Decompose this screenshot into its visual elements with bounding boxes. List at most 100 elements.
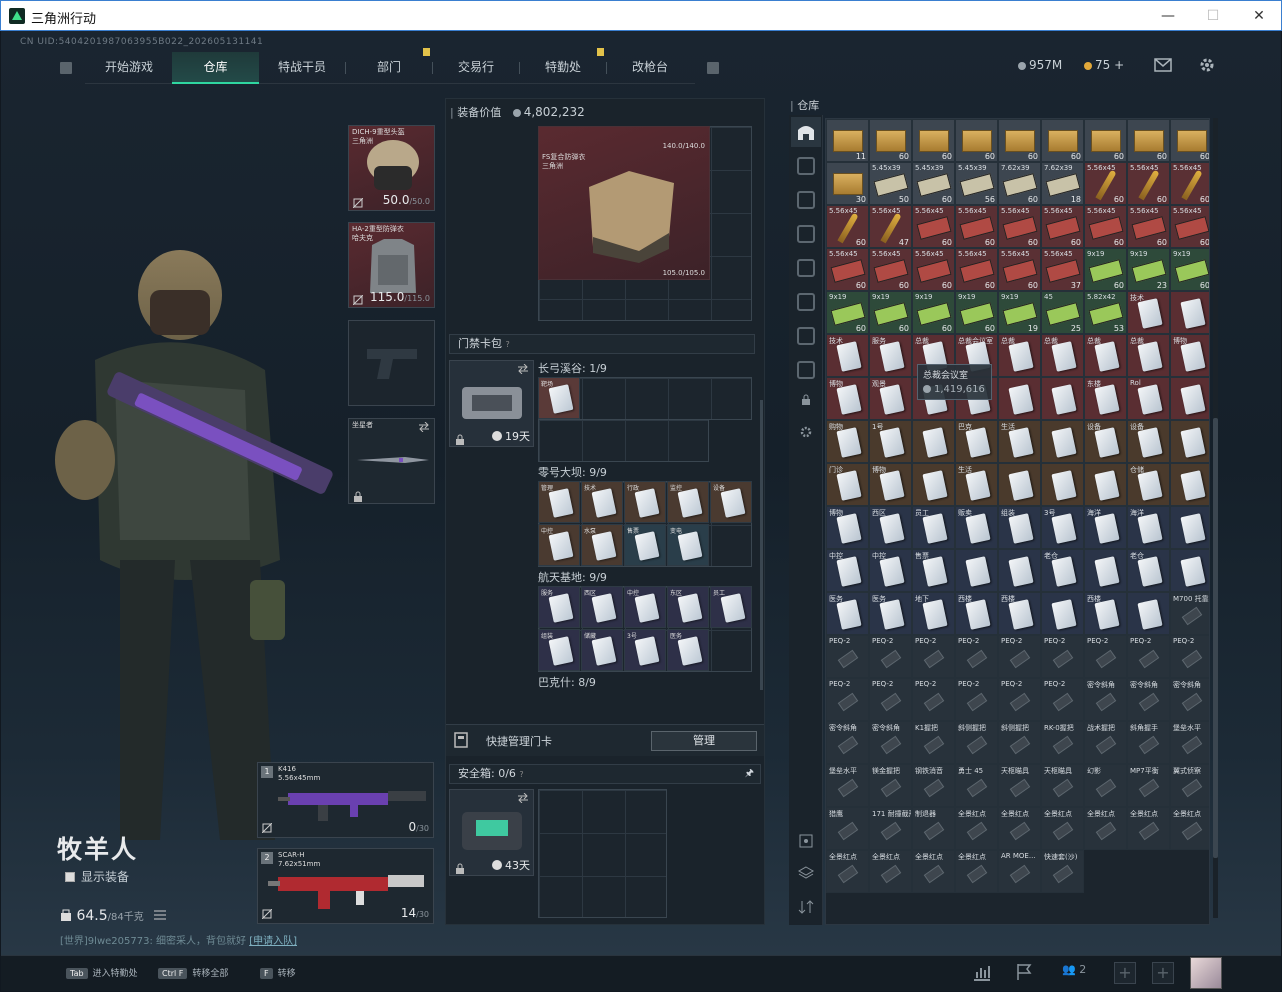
warehouse-item[interactable] — [1041, 377, 1084, 420]
warehouse-item[interactable]: PEQ-2 — [912, 635, 955, 678]
warehouse-item[interactable]: 全景红点 — [826, 850, 869, 893]
warehouse-item[interactable] — [1170, 420, 1209, 463]
warehouse-item[interactable]: 西区 — [869, 506, 912, 549]
swap-icon[interactable] — [517, 793, 529, 803]
warehouse-item[interactable]: 海洋 — [1127, 506, 1170, 549]
warehouse-item[interactable]: 堡垒水平 — [826, 764, 869, 807]
warehouse-item[interactable]: 60 — [1041, 119, 1084, 162]
warehouse-item[interactable]: 天枢瞄具 — [1041, 764, 1084, 807]
warehouse-item[interactable]: 11 — [826, 119, 869, 162]
warehouse-item[interactable] — [998, 377, 1041, 420]
warehouse-item[interactable]: 勇士 45 — [955, 764, 998, 807]
warehouse-item[interactable]: AR MOE... — [998, 850, 1041, 893]
gear-icon[interactable] — [799, 425, 813, 439]
warehouse-item[interactable]: 组装 — [998, 506, 1041, 549]
tab-operators[interactable]: 特战干员 — [259, 52, 345, 84]
warehouse-item[interactable]: 东楼 — [1084, 377, 1127, 420]
warehouse-item[interactable] — [998, 549, 1041, 592]
sidebar-tab-3[interactable] — [797, 225, 815, 243]
keycard-item[interactable]: 靶场 — [538, 377, 580, 419]
melee-slot[interactable]: 坐星者 — [348, 418, 435, 504]
warehouse-item[interactable] — [998, 463, 1041, 506]
warehouse-item[interactable]: PEQ-2 — [998, 678, 1041, 721]
warehouse-item[interactable]: 钢铁消音 — [912, 764, 955, 807]
warehouse-item[interactable]: 5.56x45 60 — [1084, 162, 1127, 205]
warehouse-item[interactable]: PEQ-2 — [869, 635, 912, 678]
warehouse-item[interactable]: 全景红点 — [1041, 807, 1084, 850]
warehouse-item[interactable]: PEQ-2 — [826, 678, 869, 721]
warehouse-item[interactable]: 博物 — [826, 506, 869, 549]
keycard-item[interactable]: 西区 — [581, 586, 623, 628]
warehouse-item[interactable] — [1170, 291, 1209, 334]
warehouse-item[interactable] — [1170, 549, 1209, 592]
sidebar-tab-7[interactable] — [797, 361, 815, 379]
help-icon[interactable]: ? — [506, 340, 510, 349]
warehouse-item[interactable]: 总裁 — [998, 334, 1041, 377]
keycard-item[interactable]: 服务 — [538, 586, 580, 628]
warehouse-item[interactable]: 9x19 60 — [1170, 248, 1209, 291]
center-scrollbar[interactable] — [760, 400, 763, 690]
warehouse-item[interactable]: 9x19 23 — [1127, 248, 1170, 291]
warehouse-item[interactable]: 医务 — [869, 592, 912, 635]
warehouse-item[interactable]: 全景红点 — [1170, 807, 1209, 850]
keycard-item[interactable]: 技术 — [581, 481, 623, 523]
lock-icon[interactable] — [800, 393, 812, 405]
warehouse-item[interactable]: 猎鹰 — [826, 807, 869, 850]
warehouse-item[interactable] — [1041, 420, 1084, 463]
warehouse-item[interactable]: 生活 — [955, 463, 998, 506]
warehouse-item[interactable]: 5.56x45 60 — [869, 248, 912, 291]
warehouse-item[interactable]: 9x19 60 — [826, 291, 869, 334]
warehouse-item[interactable]: 60 — [869, 119, 912, 162]
warehouse-item[interactable]: 60 — [1170, 119, 1209, 162]
warehouse-item[interactable]: 天枢瞄具 — [998, 764, 1041, 807]
warehouse-item[interactable]: 密令斜角 — [869, 721, 912, 764]
warehouse-item[interactable]: 5.45x39 60 — [912, 162, 955, 205]
warehouse-item[interactable]: 60 — [955, 119, 998, 162]
warehouse-item[interactable]: PEQ-2 — [1041, 635, 1084, 678]
warehouse-item[interactable]: 技术 — [826, 334, 869, 377]
keycard-item[interactable]: 储藏 — [581, 629, 623, 671]
mail-icon[interactable] — [1154, 58, 1172, 72]
warehouse-item[interactable]: 观景 — [869, 377, 912, 420]
warehouse-item[interactable] — [1170, 377, 1209, 420]
maximize-button[interactable]: ☐ — [1198, 5, 1228, 27]
nav-next-icon[interactable] — [707, 62, 719, 74]
keycard-item[interactable]: 变电 — [667, 524, 709, 566]
warehouse-item[interactable] — [1127, 592, 1170, 635]
player-avatar[interactable] — [1190, 957, 1222, 989]
warehouse-item[interactable]: 9x19 60 — [1084, 248, 1127, 291]
warehouse-item[interactable]: 员工 — [912, 506, 955, 549]
warehouse-item[interactable]: 仓储 — [1127, 463, 1170, 506]
keycard-item[interactable]: 水泵 — [581, 524, 623, 566]
warehouse-item[interactable]: 中控 — [826, 549, 869, 592]
keycard-item[interactable]: 员工 — [710, 586, 752, 628]
warehouse-item[interactable]: 总裁 — [1127, 334, 1170, 377]
close-button[interactable]: ✕ — [1244, 5, 1274, 27]
warehouse-item[interactable]: 海洋 — [1084, 506, 1127, 549]
hint-transfer[interactable]: F 转移 — [260, 966, 296, 979]
tab-gunsmith[interactable]: 改枪台 — [607, 52, 693, 84]
warehouse-item[interactable]: 密令斜角 — [826, 721, 869, 764]
add-teammate-button[interactable]: + — [1114, 962, 1136, 984]
warehouse-item[interactable]: 贩卖 — [955, 506, 998, 549]
manage-button[interactable]: 管理 — [651, 731, 757, 751]
warehouse-item[interactable]: 斜角握手 — [1127, 721, 1170, 764]
warehouse-item[interactable]: 5.56x45 60 — [998, 205, 1041, 248]
stats-chart-icon[interactable] — [972, 962, 992, 982]
add-teammate-button[interactable]: + — [1152, 962, 1174, 984]
warehouse-item[interactable]: 5.56x45 60 — [955, 248, 998, 291]
warehouse-item[interactable]: 生活 — [998, 420, 1041, 463]
warehouse-item[interactable]: 5.45x39 56 — [955, 162, 998, 205]
warehouse-item[interactable]: 博物 — [826, 377, 869, 420]
flag-icon[interactable] — [1014, 962, 1034, 982]
warehouse-item[interactable]: 60 — [912, 119, 955, 162]
scrollbar-thumb[interactable] — [1213, 418, 1218, 858]
checkbox-icon[interactable] — [65, 872, 75, 882]
squad-count[interactable]: 👥 2 — [1062, 963, 1086, 976]
warehouse-item[interactable]: 5.56x45 60 — [826, 248, 869, 291]
warehouse-item[interactable]: 60 — [998, 119, 1041, 162]
sidebar-tab-4[interactable] — [797, 259, 815, 277]
warehouse-item[interactable]: 171 耐撞截形 — [869, 807, 912, 850]
nav-prev-icon[interactable] — [60, 62, 72, 74]
warehouse-item[interactable]: 5.45x39 50 — [869, 162, 912, 205]
